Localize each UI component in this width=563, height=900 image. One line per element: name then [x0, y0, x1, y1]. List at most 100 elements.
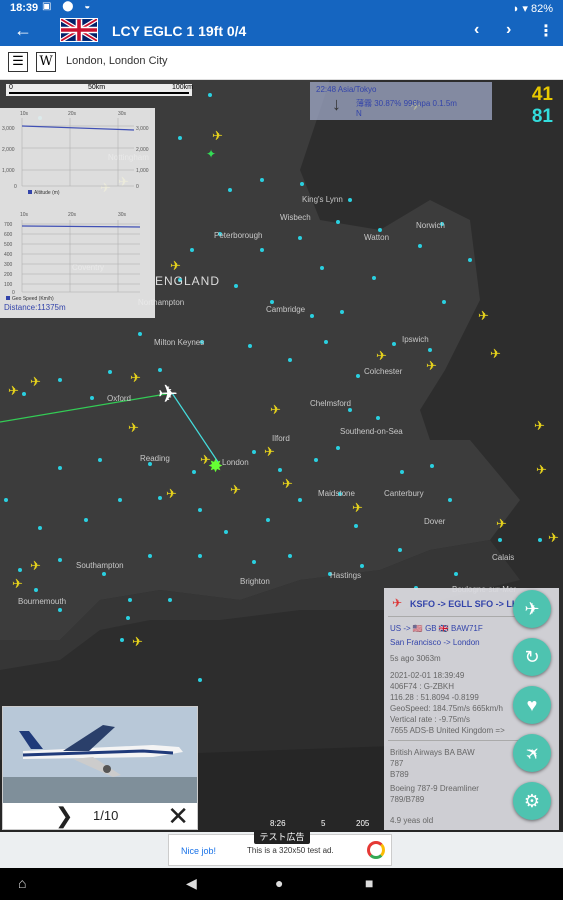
status-bar: 18:39 ▣ ⬤ ◒ ◗ ▾ 82%: [0, 0, 563, 16]
timestamp: 2021-02-01 18:39:49: [390, 671, 465, 680]
svg-text:✈: ✈: [264, 445, 275, 460]
place-label: Wisbech: [280, 213, 311, 222]
bottom-readout: 205: [356, 819, 370, 828]
svg-text:20s: 20s: [68, 212, 77, 218]
airport-button[interactable]: 🛪: [513, 734, 551, 772]
place-label: Maidstone: [318, 489, 355, 498]
update-age: 5s ago 3063m: [390, 654, 441, 663]
refresh-icon: ↻: [524, 647, 540, 667]
place-label: ENGLAND: [155, 274, 220, 288]
flight-countries: US -> 🇺🇸 GB 🇬🇧 BAW71F: [390, 624, 483, 633]
place-label: Reading: [140, 454, 170, 463]
place-label: Brighton: [240, 577, 270, 586]
svg-text:✈: ✈: [230, 483, 241, 498]
aircraft-icao-type: B789: [390, 770, 409, 779]
wikipedia-icon[interactable]: W: [36, 52, 56, 72]
svg-text:1,000: 1,000: [2, 168, 15, 174]
svg-text:✈: ✈: [496, 517, 507, 532]
selected-marker: ✦: [206, 147, 216, 161]
svg-text:2,000: 2,000: [136, 147, 149, 153]
svg-text:✈: ✈: [282, 477, 293, 492]
svg-text:600: 600: [4, 232, 13, 238]
weather-panel: 22:48 Asia/Tokyo ↓ 薄霧 30.87% 996hpa 0.1.…: [310, 82, 492, 120]
place-label: Ipswich: [402, 335, 429, 344]
svg-text:300: 300: [4, 262, 13, 268]
position: 116.28 : 51.8094 -0.8199: [390, 693, 479, 702]
recents-nav-icon[interactable]: ■: [365, 875, 373, 891]
distance-label: Distance:11375m: [4, 303, 66, 312]
photo-pager: 1/10: [93, 808, 119, 823]
svg-text:10s: 10s: [20, 111, 29, 117]
vertical-rate: Vertical rate : -9.75m/s: [390, 715, 471, 724]
place-label: Milton Keynes: [154, 338, 204, 347]
flight-radar-button[interactable]: ✈: [513, 590, 551, 628]
place-label: London: [222, 458, 249, 467]
svg-text:✈: ✈: [548, 531, 559, 546]
local-time: 22:48 Asia/Tokyo: [316, 85, 377, 94]
home-nav-icon[interactable]: ●: [275, 875, 283, 891]
place-label: Colchester: [364, 367, 403, 376]
place-label: Norwich: [416, 221, 445, 230]
notification-icons: ▣ ⬤ ◒: [42, 1, 95, 12]
list-icon[interactable]: ☰: [8, 52, 28, 72]
svg-text:✈: ✈: [376, 349, 387, 364]
svg-text:Altitude (m): Altitude (m): [34, 190, 60, 196]
uk-flag-icon: [60, 18, 98, 42]
prev-airport-button[interactable]: ‹: [474, 21, 479, 39]
place-label: Calais: [492, 553, 514, 562]
favorite-button[interactable]: ♥: [513, 686, 551, 724]
airline-tail-icon: ✈: [392, 596, 403, 610]
location-bar: ☰ W London, London City: [0, 46, 563, 80]
svg-text:30s: 30s: [118, 212, 127, 218]
svg-text:✈: ✈: [352, 501, 363, 516]
svg-text:3,000: 3,000: [2, 126, 15, 132]
svg-text:✈: ✈: [8, 384, 19, 399]
place-label: Southampton: [76, 561, 124, 570]
back-nav-icon[interactable]: ◀: [186, 875, 197, 892]
place-label: Southend-on-Sea: [340, 427, 403, 436]
next-airport-button[interactable]: ›: [506, 21, 511, 39]
svg-text:✈: ✈: [128, 421, 139, 436]
airport-marker: ✸: [208, 456, 223, 476]
location-name: London, London City: [66, 55, 168, 67]
system-nav-bar: ⌂ ◀ ● ■: [0, 868, 563, 900]
selected-aircraft-icon[interactable]: ✈: [158, 381, 178, 408]
close-icon[interactable]: ✕: [167, 801, 189, 832]
airline: British Airways BA BAW: [390, 748, 475, 757]
refresh-button[interactable]: ↻: [513, 638, 551, 676]
weather-conditions: 薄霧 30.87% 996hpa 0.1.5m: [356, 99, 457, 108]
app-bar: ← LCY EGLC 1 19ft 0/4 ‹ › ⋮: [0, 16, 563, 46]
svg-text:Geo Speed (Km/h): Geo Speed (Km/h): [12, 296, 54, 302]
svg-text:✈: ✈: [30, 559, 41, 574]
place-label: King's Lynn: [302, 195, 343, 204]
aircraft-model: Boeing 787-9 Dreamliner: [390, 784, 479, 793]
svg-text:✈: ✈: [536, 463, 547, 478]
flight-cities: San Francisco -> London: [390, 638, 480, 647]
arrow-left-icon[interactable]: ←: [14, 20, 32, 41]
flight-charts-panel[interactable]: 10s 20s 30s 3,000 2,000 1,000 0 3,000 2,000…: [0, 108, 155, 318]
dl-icon: ✈: [524, 599, 540, 619]
place-label: Oxford: [107, 394, 131, 403]
overflow-menu-button[interactable]: ⋮: [538, 21, 554, 41]
chevron-right-icon[interactable]: ❯: [55, 803, 73, 829]
svg-text:200: 200: [4, 272, 13, 278]
svg-text:✈: ✈: [490, 347, 501, 362]
svg-text:✈: ✈: [166, 487, 177, 502]
settings-button[interactable]: ⚙: [513, 782, 551, 820]
place-label: Cambridge: [266, 305, 306, 314]
ad-message: This is a 320x50 test ad.: [247, 846, 334, 855]
svg-text:✈: ✈: [478, 309, 489, 324]
svg-text:✈: ✈: [132, 635, 143, 650]
mapbox-logo[interactable]: mapbox: [4, 814, 46, 826]
place-label: Canterbury: [384, 489, 424, 498]
svg-text:✈: ✈: [12, 577, 23, 592]
aircraft-age: 4.9 yeas old: [390, 816, 434, 825]
ad-headline: Nice job!: [181, 846, 217, 856]
home-app-icon[interactable]: ⌂: [18, 875, 26, 891]
map-scale-bar: 0 50km 100km: [6, 84, 193, 96]
svg-text:✈: ✈: [30, 375, 41, 390]
place-label: Chelmsford: [310, 399, 351, 408]
aircraft-model-code: 789/B789: [390, 795, 425, 804]
traffic-counters: 41 81: [532, 84, 553, 128]
airport-count: 81: [531, 106, 553, 127]
